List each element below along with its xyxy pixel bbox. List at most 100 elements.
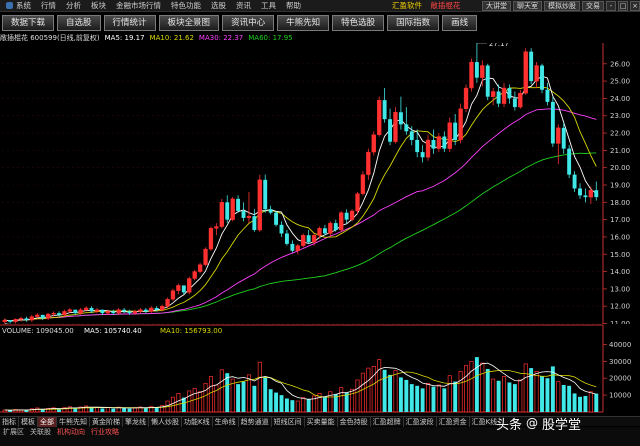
indicator-tab[interactable]: 汇盈超牌 <box>371 416 404 427</box>
volume-bar-down <box>409 384 414 412</box>
volume-bar-down <box>594 393 599 412</box>
simulated-trading-button[interactable]: 模拟炒股 <box>544 1 580 11</box>
candle-body-down <box>274 212 279 225</box>
candle-body-down <box>442 136 447 149</box>
volume-chart[interactable]: VOLUME: 109045.00 MA5: 105740.40 MA10: 156… <box>0 324 640 416</box>
candle-body-up <box>393 112 398 142</box>
menu-financial-markets[interactable]: 金融市场行情 <box>112 0 167 12</box>
news-center-button[interactable]: 资讯中心 <box>222 14 275 31</box>
indicator-tab[interactable]: 指标 <box>0 416 19 427</box>
candle-body-down <box>181 285 186 293</box>
candle-body-up <box>94 309 100 312</box>
volume-bar-down <box>143 408 148 412</box>
maximize-icon[interactable]: □ <box>618 1 628 11</box>
candle-body-down <box>431 139 436 149</box>
market-stats-button[interactable]: 行情统计 <box>103 14 156 31</box>
tab-extension-area[interactable]: 扩展区 <box>0 428 27 437</box>
candle-body-up <box>138 309 143 312</box>
candle-body-down <box>578 188 582 196</box>
candle-body-down <box>398 112 403 125</box>
menu-sector[interactable]: 板块 <box>87 0 112 12</box>
menu-news[interactable]: 资讯 <box>232 0 257 12</box>
candle-body-up <box>366 151 371 175</box>
volume-tick-label: 10000 <box>609 392 631 400</box>
indicator-tab[interactable]: 汇盈波段 <box>404 416 437 427</box>
candle-body-up <box>219 202 224 227</box>
bull-bear-button[interactable]: 牛熊先知 <box>277 14 330 31</box>
candle-body-down <box>268 209 273 213</box>
volume-bar-down <box>306 399 311 412</box>
y-tick-label: 18.00 <box>610 199 630 207</box>
candle-body-up <box>214 226 219 229</box>
candle-body-down <box>420 152 425 158</box>
candle-body-down <box>453 122 458 140</box>
volume-bar-down <box>578 396 582 412</box>
minimize-icon[interactable]: - <box>606 1 616 11</box>
candle-body-up <box>447 122 452 149</box>
volume-bar-down <box>496 380 501 412</box>
menu-market[interactable]: 行情 <box>37 0 62 12</box>
indicator-tab[interactable]: 趋势通道 <box>239 416 272 427</box>
candle-body-up <box>480 65 485 78</box>
indicator-tab[interactable]: 黄金阶梯 <box>90 416 123 427</box>
candle-body-down <box>263 179 268 210</box>
app-logo-icon <box>6 2 13 9</box>
title-brand: 汇盈软件 敞插棍花 <box>392 0 460 12</box>
indicator-tab[interactable]: 擎龙线 <box>123 416 149 427</box>
indicator-tab[interactable]: 买卖量能 <box>305 416 338 427</box>
indicator-tab[interactable]: 牛熊先知 <box>57 416 90 427</box>
chat-room-button[interactable]: 聊天室 <box>513 1 542 11</box>
candle-body-down <box>40 314 45 319</box>
volume-bar-down <box>382 369 387 412</box>
indicator-tab[interactable]: 全部 <box>38 416 57 427</box>
sector-panorama-button[interactable]: 板块全景图 <box>158 14 220 31</box>
menu-system[interactable]: 系统 <box>0 0 37 12</box>
indicator-tab[interactable]: 汇盈资金 <box>437 416 470 427</box>
candle-body-up <box>187 278 192 293</box>
lecture-hall-button[interactable]: 大讲堂 <box>482 1 511 11</box>
candle-body-down <box>24 318 29 321</box>
watchlist-button[interactable]: 自选股 <box>57 14 101 31</box>
volume-bar-down <box>550 366 555 412</box>
indicator-tab[interactable]: 功能K线 <box>182 416 213 427</box>
candle-body-up <box>51 312 56 315</box>
candle-body-up <box>425 139 431 158</box>
menu-help[interactable]: 帮助 <box>282 0 307 12</box>
tab-industry-guide[interactable]: 行业攻略 <box>88 428 122 437</box>
volume-bar-down <box>431 386 436 412</box>
drawing-button[interactable]: 画线 <box>442 14 478 31</box>
candle-body-up <box>523 51 528 94</box>
candle-body-up <box>176 285 181 291</box>
candle-body-up <box>355 193 360 212</box>
menu-stock-picker[interactable]: 选股 <box>207 0 232 12</box>
indicator-tab[interactable]: 懒人炒股 <box>149 416 182 427</box>
tab-institution-moves[interactable]: 机构动向 <box>54 428 88 437</box>
candle-body-up <box>458 108 463 141</box>
tab-related-stocks[interactable]: 关联股 <box>27 428 54 437</box>
candle-body-up <box>170 290 176 300</box>
close-icon[interactable]: × <box>630 1 640 11</box>
candlestick-chart[interactable]: 26.00 25.00 24.00 23.00 22.00 21.00 20.00 19.00… <box>0 43 640 327</box>
featured-picks-button[interactable]: 特色选股 <box>332 14 385 31</box>
indicator-tab[interactable]: 生命线 <box>213 416 239 427</box>
candle-body-up <box>257 179 262 231</box>
menu-tools[interactable]: 工具 <box>257 0 282 12</box>
candle-body-down <box>485 65 490 97</box>
trade-button[interactable]: 交易 <box>582 1 604 11</box>
candle-body-down <box>540 65 544 90</box>
candle-body-down <box>8 320 13 322</box>
indicator-tab[interactable]: 短线区间 <box>272 416 305 427</box>
candle-body-up <box>295 245 300 252</box>
data-download-button[interactable]: 数据下载 <box>2 14 55 31</box>
candle-body-up <box>105 311 110 314</box>
volume-legend: VOLUME: 109045.00 <box>2 327 74 335</box>
volume-bar-down <box>572 393 577 412</box>
volume-tick-label: 40000 <box>609 341 631 349</box>
menu-special-features[interactable]: 特色功能 <box>167 0 207 12</box>
intl-index-button[interactable]: 国际指数 <box>387 14 440 31</box>
indicator-tab[interactable]: 金色持股 <box>338 416 371 427</box>
menu-analysis[interactable]: 分析 <box>62 0 87 12</box>
indicator-tab[interactable]: 模板 <box>19 416 38 427</box>
candle-body-up <box>491 91 496 97</box>
volume-ma10-legend: MA10: 156793.00 <box>160 327 222 335</box>
